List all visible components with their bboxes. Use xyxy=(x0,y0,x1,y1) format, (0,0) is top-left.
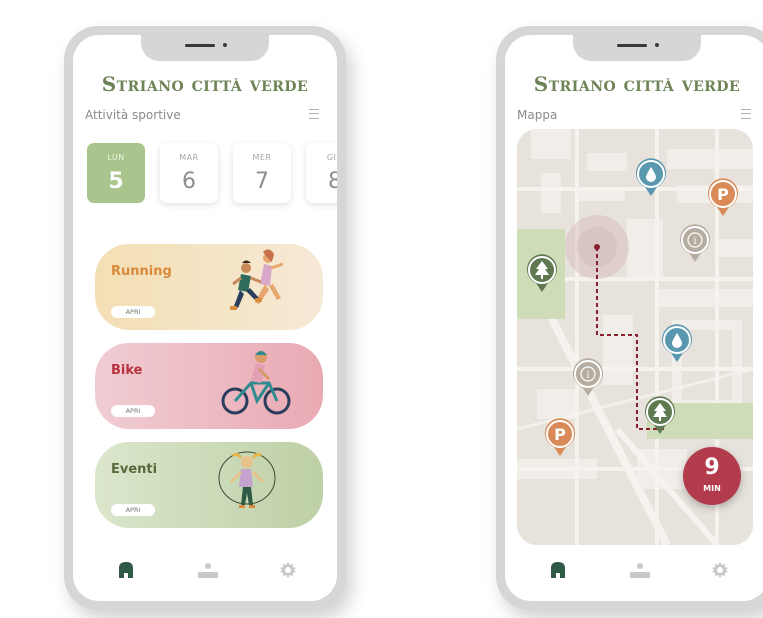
eta-value: 9 xyxy=(704,455,720,480)
card-label: Bike xyxy=(111,363,143,378)
svg-text:P: P xyxy=(717,185,729,204)
day-number: 8 xyxy=(328,169,337,194)
day-mon[interactable]: LUN 5 xyxy=(87,143,145,203)
home-icon[interactable] xyxy=(117,561,135,579)
eta-unit: MIN xyxy=(703,484,721,493)
open-button[interactable]: APRI xyxy=(111,504,155,516)
day-thu[interactable]: GIO 8 xyxy=(306,143,337,203)
phone-right: Striano città verde Mappa P i i P 9 MIN xyxy=(496,26,763,610)
card-events[interactable]: Eventi APRI xyxy=(95,442,323,528)
menu-icon[interactable] xyxy=(741,109,751,119)
tree-icon[interactable] xyxy=(525,253,559,293)
day-tue[interactable]: MAR 6 xyxy=(160,143,218,203)
day-number: 7 xyxy=(255,169,269,194)
day-wed[interactable]: MER 7 xyxy=(233,143,291,203)
day-name: GIO xyxy=(326,153,337,162)
tree-icon[interactable] xyxy=(643,395,677,435)
user-icon[interactable] xyxy=(197,561,219,579)
runners-illustration xyxy=(230,249,284,310)
parking-icon[interactable]: P xyxy=(543,417,577,457)
day-name: LUN xyxy=(107,153,125,162)
open-button[interactable]: APRI xyxy=(111,306,155,318)
screen-map: Striano città verde Mappa P i i P 9 MIN xyxy=(505,35,763,601)
cyclist-illustration xyxy=(221,351,291,415)
app-title: Striano città verde xyxy=(101,72,309,96)
svg-text:i: i xyxy=(693,236,696,247)
day-number: 5 xyxy=(108,169,124,194)
info-icon[interactable]: i xyxy=(571,357,605,397)
screen-activities: Striano città verde Attività sportive LU… xyxy=(73,35,337,601)
gear-icon[interactable] xyxy=(711,561,729,579)
day-name: MER xyxy=(252,153,272,162)
day-name: MAR xyxy=(179,153,199,162)
phone-left: Striano città verde Attività sportive LU… xyxy=(64,26,346,610)
home-icon[interactable] xyxy=(549,561,567,579)
day-selector: LUN 5 MAR 6 MER 7 GIO 8 xyxy=(87,143,337,203)
svg-text:P: P xyxy=(554,425,566,444)
gear-icon[interactable] xyxy=(279,561,297,579)
app-title: Striano città verde xyxy=(533,72,741,96)
info-icon[interactable]: i xyxy=(678,223,712,263)
parking-icon[interactable]: P xyxy=(706,177,740,217)
open-button[interactable]: APRI xyxy=(111,405,155,417)
section-title: Mappa xyxy=(517,108,558,122)
day-number: 6 xyxy=(182,169,196,194)
svg-text:i: i xyxy=(586,370,589,381)
phone-notch xyxy=(141,35,269,61)
section-title: Attività sportive xyxy=(85,108,181,122)
eta-badge[interactable]: 9 MIN xyxy=(683,447,741,505)
phone-notch xyxy=(573,35,701,61)
jump-rope-illustration xyxy=(218,451,276,508)
card-bike[interactable]: Bike APRI xyxy=(95,343,323,429)
user-icon[interactable] xyxy=(629,561,651,579)
water-icon[interactable] xyxy=(634,157,668,197)
card-label: Eventi xyxy=(111,462,158,477)
map-view[interactable]: P i i P 9 MIN xyxy=(517,129,753,545)
card-running[interactable]: Running APRI xyxy=(95,244,323,330)
water-icon[interactable] xyxy=(660,323,694,363)
card-label: Running xyxy=(111,264,172,279)
menu-icon[interactable] xyxy=(309,109,319,119)
